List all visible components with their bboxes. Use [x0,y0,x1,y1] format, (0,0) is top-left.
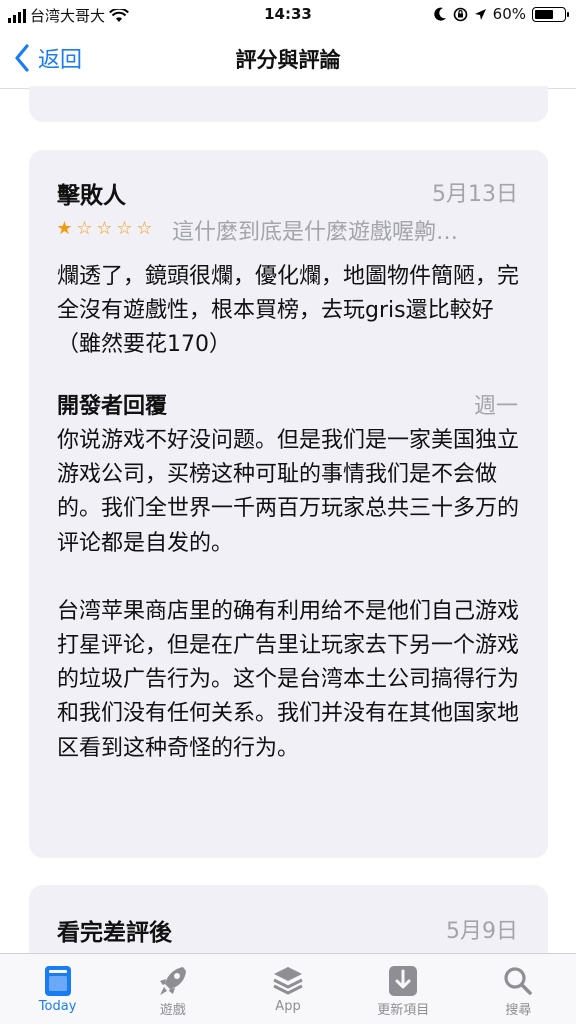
today-icon [44,966,71,996]
tab-label: 遊戲 [159,1003,186,1018]
layers-icon [273,967,303,995]
tab-games[interactable]: 遊戲 [115,954,230,1024]
developer-response-label: 開發者回覆 [57,394,168,419]
navigation-bar: 返回 評分與評論 [0,30,576,89]
star-rating: ★ ☆ ☆ ☆ ☆ [55,218,154,239]
tab-search[interactable]: 搜尋 [461,954,576,1024]
location-icon [474,8,486,20]
tab-today[interactable]: Today [0,954,115,1024]
star-empty-icon: ☆ [96,218,113,239]
status-right: 60% [433,5,569,23]
tab-label: App [275,999,301,1014]
status-bar: 台湾大哥大 14:33 60% [0,0,576,30]
review-card[interactable]: 擊敗人 5月13日 ★ ☆ ☆ ☆ ☆ 這什麼到底是什麼遊戲喔齁… 爛透了，鏡頭… [29,150,548,858]
moon-icon [433,7,446,21]
battery-icon [532,6,569,22]
page-title: 評分與評論 [235,48,341,72]
review-date: 5月13日 [432,182,518,207]
star-empty-icon: ☆ [116,218,133,239]
review-title: 擊敗人 [57,183,126,209]
review-body: 爛透了，鏡頭很爛，優化爛，地圖物件簡陋，完全沒有遊戲性，根本買榜，去玩gris還… [57,264,520,357]
tab-apps[interactable]: App [230,954,345,1024]
star-empty-icon: ☆ [76,218,93,239]
star-filled-icon: ★ [56,218,73,239]
developer-response-text: 你说游戏不好没问题。但是我们是一家美国独立游戏公司，买榜这种可耻的事情我们是不会… [57,424,522,766]
tab-label: Today [38,999,77,1014]
review-date: 5月9日 [446,919,518,944]
star-empty-icon: ☆ [136,218,153,239]
developer-response-date: 週一 [473,394,518,419]
review-title: 看完差評後 [57,920,172,946]
developer-response-paragraph: 台湾苹果商店里的确有利用给不是他们自己游戏打星评论，但是在广告里让玩家去下另一个… [57,598,520,761]
search-icon [504,967,533,995]
tab-bar: Today 遊戲 App 更新項目 搜尋 [0,953,576,1024]
tab-label: 更新項目 [377,1003,430,1018]
tab-label: 搜尋 [505,1003,532,1018]
download-icon [389,966,418,996]
battery-percent: 60% [492,5,526,23]
rocket-icon [159,967,186,995]
review-card-previous[interactable] [29,86,548,122]
review-subtitle: 這什麼到底是什麼遊戲喔齁… [172,220,459,245]
rotation-lock-icon [453,7,467,21]
tab-updates[interactable]: 更新項目 [346,954,461,1024]
developer-response-paragraph: 你说游戏不好没问题。但是我们是一家美国独立游戏公司，买榜这种可耻的事情我们是不会… [57,428,520,556]
